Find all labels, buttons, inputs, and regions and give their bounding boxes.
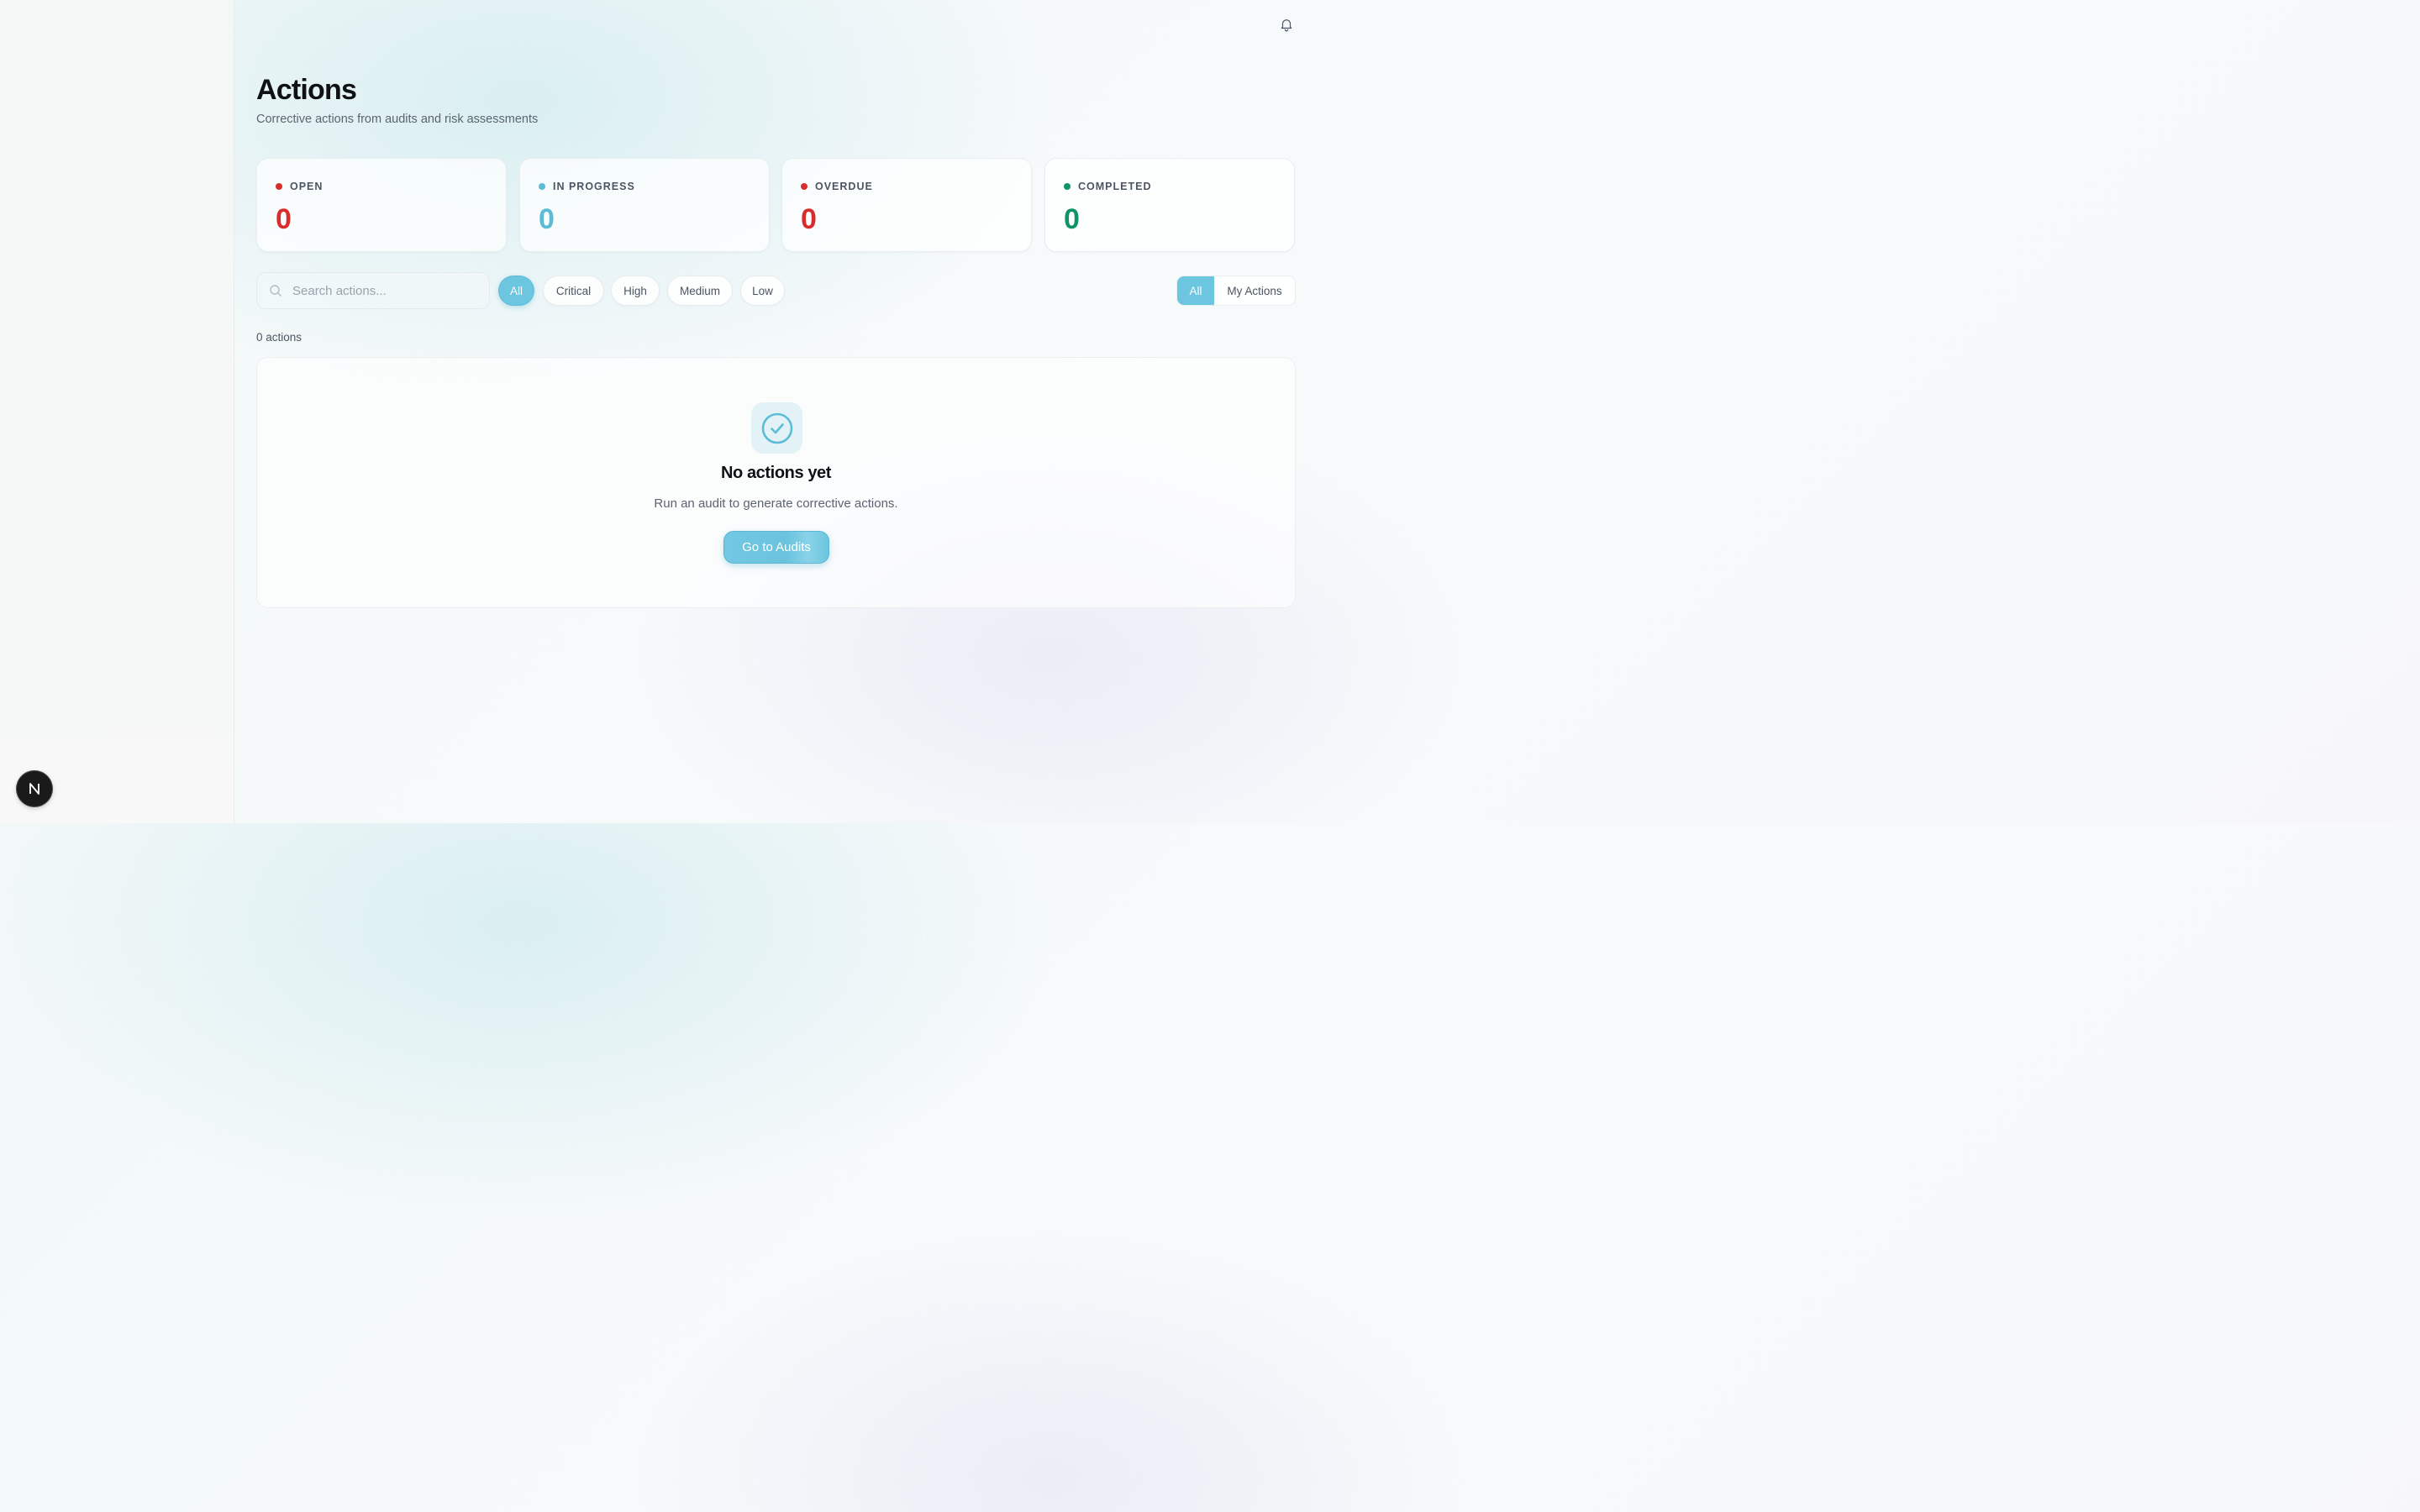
empty-state-title: No actions yet (720, 464, 832, 482)
stat-card-overdue: OVERDUE 0 (781, 158, 1032, 252)
empty-state-icon-wrapper (751, 402, 802, 454)
go-to-audits-button[interactable]: Go to Audits (723, 531, 829, 564)
filter-chip-medium[interactable]: Medium (667, 276, 733, 306)
filter-chip-low[interactable]: Low (740, 276, 785, 306)
stat-label: COMPLETED (1078, 181, 1152, 192)
sidebar (0, 0, 234, 823)
search-box (256, 272, 490, 309)
status-dot (276, 183, 282, 190)
stat-label: OVERDUE (815, 181, 873, 192)
stat-card-completed: COMPLETED 0 (1044, 158, 1295, 252)
check-circle-icon (761, 412, 792, 444)
page-title: Actions (256, 74, 357, 106)
stat-card-open: OPEN 0 (256, 158, 507, 252)
stat-label: IN PROGRESS (553, 181, 635, 192)
filter-chip-high[interactable]: High (611, 276, 660, 306)
stat-label: OPEN (290, 181, 324, 192)
status-dot (539, 183, 545, 190)
search-icon (270, 285, 281, 297)
stat-value: 0 (276, 203, 292, 235)
status-dot (801, 183, 808, 190)
stat-value: 0 (801, 203, 817, 235)
bell-icon (1281, 19, 1292, 32)
n-logo-icon (29, 783, 39, 795)
stats-row: OPEN 0 IN PROGRESS 0 OVERDUE 0 COMPLETED… (256, 158, 1296, 253)
stat-value: 0 (1064, 203, 1080, 235)
stat-card-in-progress: IN PROGRESS 0 (519, 158, 770, 252)
empty-state: No actions yet Run an audit to generate … (256, 357, 1296, 608)
search-input[interactable] (291, 282, 462, 299)
scope-toggle: All My Actions (1176, 276, 1296, 306)
status-dot (1064, 183, 1071, 190)
actions-count: 0 actions (256, 331, 302, 344)
filter-chip-critical[interactable]: Critical (543, 276, 604, 306)
stat-value: 0 (539, 203, 555, 235)
notifications-button[interactable] (1277, 15, 1296, 34)
next-devtools-badge[interactable] (17, 771, 52, 806)
scope-my-actions-button[interactable]: My Actions (1214, 276, 1295, 305)
scope-all-button[interactable]: All (1177, 276, 1214, 305)
filter-chip-all[interactable]: All (498, 276, 534, 306)
empty-state-description: Run an audit to generate corrective acti… (654, 496, 898, 511)
page-subtitle: Corrective actions from audits and risk … (256, 113, 539, 126)
